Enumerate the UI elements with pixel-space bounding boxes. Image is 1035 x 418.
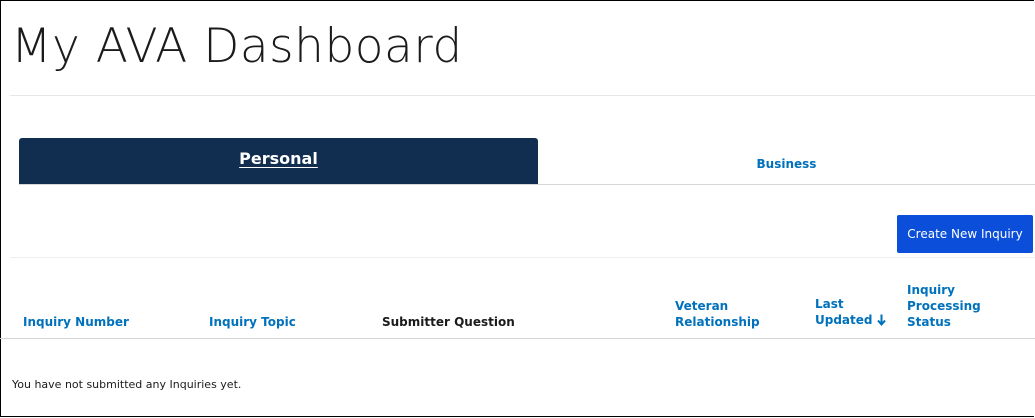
column-header-label-line1: Last <box>815 297 844 311</box>
column-header-label-line1: Inquiry <box>907 283 955 297</box>
tab-business[interactable]: Business <box>538 138 1035 184</box>
create-new-inquiry-button[interactable]: Create New Inquiry <box>897 215 1033 253</box>
column-header-label-line2: Processing <box>907 299 981 313</box>
tab-personal-label: Personal <box>239 149 318 168</box>
column-header-label: Inquiry Topic <box>209 315 296 329</box>
column-header-label-line3: Status <box>907 315 951 329</box>
column-header-label-line2: Relationship <box>675 315 760 329</box>
column-header-last-updated[interactable]: Last Updated <box>815 296 895 330</box>
column-header-label: Inquiry Number <box>23 315 129 329</box>
inquiries-table-header: Inquiry Number Inquiry Topic Submitter Q… <box>0 258 1035 339</box>
column-header-inquiry-processing-status[interactable]: Inquiry Processing Status <box>907 282 1017 330</box>
column-header-inquiry-topic[interactable]: Inquiry Topic <box>209 314 296 330</box>
arrow-down-icon <box>876 314 886 330</box>
tab-business-label: Business <box>756 157 817 171</box>
column-header-label-line2: Updated <box>815 313 873 327</box>
column-header-inquiry-number[interactable]: Inquiry Number <box>23 314 129 330</box>
empty-state-message: You have not submitted any Inquiries yet… <box>12 378 242 391</box>
title-divider <box>10 95 1035 96</box>
column-header-label-line1: Veteran <box>675 299 729 313</box>
column-header-label: Submitter Question <box>382 315 515 329</box>
column-header-submitter-question: Submitter Question <box>382 314 515 330</box>
dashboard-tabs: Personal Business <box>19 138 1035 185</box>
column-header-veteran-relationship[interactable]: Veteran Relationship <box>675 298 765 330</box>
page-title: My AVA Dashboard <box>11 19 463 74</box>
tab-personal[interactable]: Personal <box>19 138 538 184</box>
